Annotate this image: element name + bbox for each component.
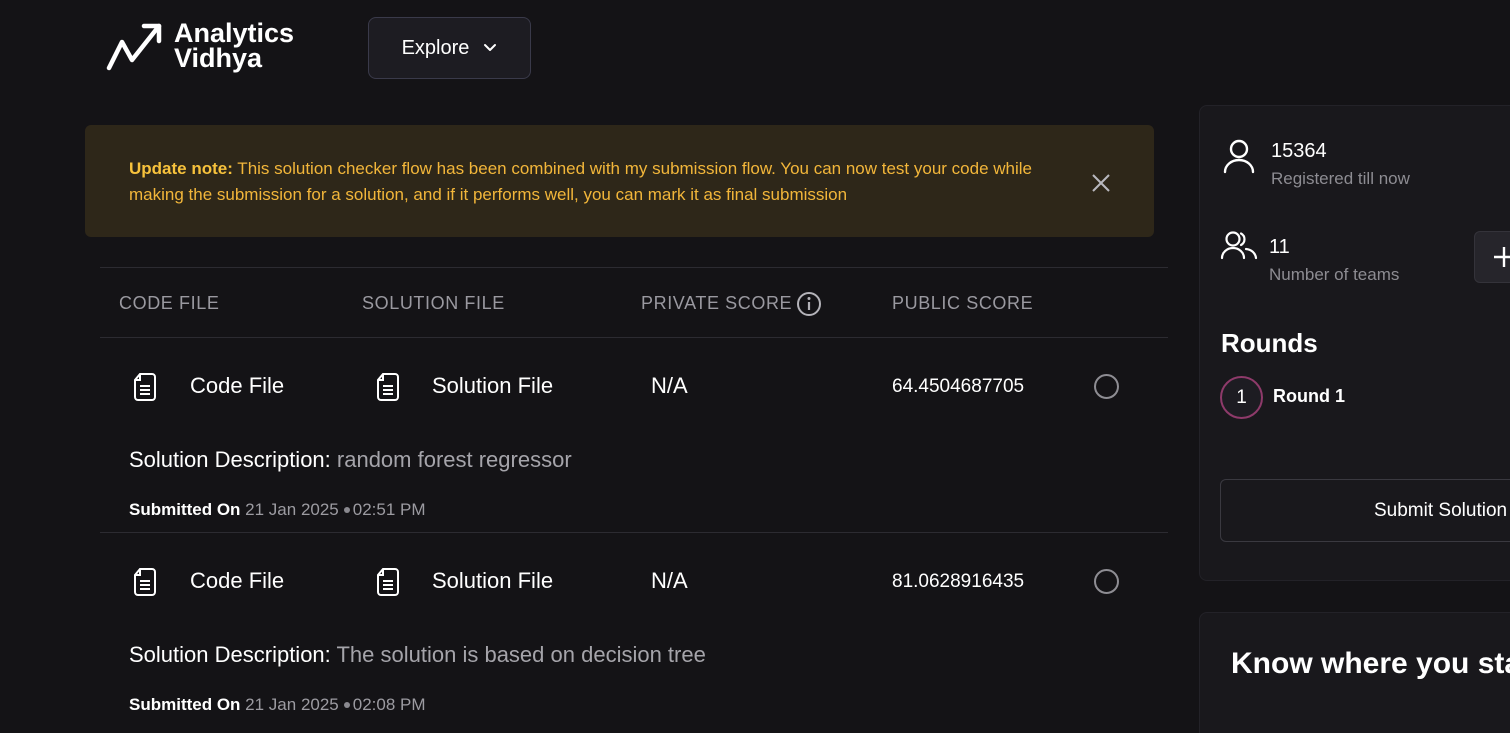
code-file-link[interactable]: Code File [190, 568, 284, 594]
hackathon-info-panel: 15364 Registered till now 11 Number of t… [1199, 105, 1510, 581]
column-header-private-score: PRIVATE SCORE [641, 293, 793, 313]
teams-label: Number of teams [1269, 265, 1400, 284]
submitted-on: Submitted On 21 Jan 2025 02:08 PM [129, 695, 426, 715]
solution-description-label: Solution Description: [129, 642, 331, 667]
solution-file-link[interactable]: Solution File [432, 373, 553, 399]
update-note-text: Update note: This solution checker flow … [129, 156, 1069, 208]
know-where-you-stand-card: Know where you stand [1199, 612, 1510, 733]
registered-label: Registered till now [1271, 169, 1410, 188]
submitted-date: 21 Jan 2025 [240, 695, 339, 714]
info-icon[interactable] [796, 291, 822, 317]
separator-dot [343, 701, 350, 708]
code-file-link[interactable]: Code File [190, 373, 284, 399]
private-score: N/A [651, 373, 688, 398]
teams-count: 11 [1269, 236, 1290, 258]
document-icon [134, 373, 156, 401]
submitted-time: 02:51 PM [352, 500, 426, 519]
logo-text: Analytics Vidhya [174, 20, 294, 73]
document-icon [377, 568, 399, 596]
submitted-time: 02:08 PM [352, 695, 426, 714]
submit-solution-button[interactable]: Submit Solution [1220, 479, 1510, 542]
table-row: Code File Solution File N/A 81.062891643… [100, 533, 1168, 728]
trend-arrow-icon [106, 23, 162, 71]
solution-description-label: Solution Description: [129, 447, 331, 472]
column-header-code-file: CODE FILE [119, 293, 220, 313]
registered-count: 15364 [1271, 140, 1327, 162]
column-header-solution-file: SOLUTION FILE [362, 293, 505, 313]
explore-label: Explore [401, 36, 470, 59]
know-title: Know where you stand [1231, 647, 1510, 680]
solution-file-link[interactable]: Solution File [432, 568, 553, 594]
round-label[interactable]: Round 1 [1273, 386, 1345, 407]
explore-button[interactable]: Explore [368, 17, 531, 79]
submitted-on: Submitted On 21 Jan 2025 02:51 PM [129, 500, 426, 520]
solution-description-value: random forest regressor [330, 447, 572, 472]
round-number: 1 [1236, 386, 1247, 408]
rounds-title: Rounds [1221, 328, 1318, 358]
users-icon [1220, 231, 1258, 260]
private-score: N/A [651, 568, 688, 593]
column-header-public-score: PUBLIC SCORE [892, 293, 1034, 313]
public-score: 64.4504687705 [892, 376, 1025, 397]
table-header: CODE FILE SOLUTION FILE PRIVATE SCORE PU… [100, 267, 1168, 338]
table-row: Code File Solution File N/A 64.450468770… [100, 338, 1168, 533]
submit-solution-label: Submit Solution [1374, 499, 1508, 521]
final-submission-radio[interactable] [1094, 374, 1119, 399]
update-note-banner: Update note: This solution checker flow … [85, 125, 1154, 237]
submissions-table: CODE FILE SOLUTION FILE PRIVATE SCORE PU… [100, 267, 1168, 728]
document-icon [377, 373, 399, 401]
submitted-on-label: Submitted On [129, 500, 241, 519]
final-submission-radio[interactable] [1094, 569, 1119, 594]
chevron-down-icon [484, 44, 497, 51]
close-icon[interactable] [1088, 170, 1114, 196]
solution-description-value: The solution is based on decision tree [330, 642, 706, 667]
logo-line-2: Vidhya [174, 43, 263, 73]
solution-description: Solution Description: random forest regr… [129, 447, 572, 473]
submitted-on-label: Submitted On [129, 695, 241, 714]
solution-description: Solution Description: The solution is ba… [129, 642, 706, 668]
update-note-body: This solution checker flow has been comb… [129, 159, 1032, 204]
separator-dot [343, 506, 350, 513]
create-team-button[interactable] [1474, 231, 1510, 283]
round-number-badge: 1 [1220, 376, 1263, 419]
public-score: 81.0628916435 [892, 571, 1025, 592]
analytics-vidhya-logo[interactable]: Analytics Vidhya [106, 20, 294, 72]
user-icon [1223, 139, 1255, 174]
submitted-date: 21 Jan 2025 [240, 500, 339, 519]
update-note-label: Update note: [129, 159, 233, 178]
document-icon [134, 568, 156, 596]
plus-icon [1494, 247, 1510, 267]
